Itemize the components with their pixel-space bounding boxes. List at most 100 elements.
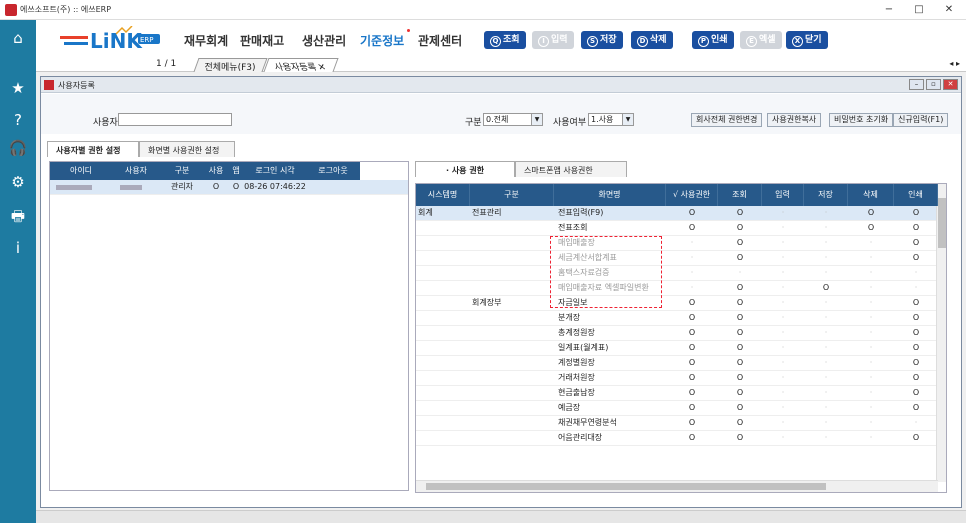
- sub-restore-button[interactable]: ▫: [926, 79, 941, 90]
- permission-row[interactable]: 회계장부 자금일보 O O · · · O: [416, 296, 938, 311]
- permission-cell-d[interactable]: ·: [848, 431, 894, 445]
- permission-cell-i[interactable]: ·: [762, 221, 804, 235]
- permission-cell-s[interactable]: ·: [804, 386, 848, 400]
- menu-3[interactable]: 기준정보: [360, 29, 411, 49]
- tab-smartphone-permission[interactable]: 스마트폰앱 사용권한: [515, 161, 627, 177]
- menu-4[interactable]: 관제센터: [418, 32, 462, 49]
- permission-cell-use[interactable]: ·: [666, 266, 718, 280]
- permission-cell-p[interactable]: O: [894, 236, 938, 250]
- permission-cell-p[interactable]: O: [894, 431, 938, 445]
- permission-cell-s[interactable]: ·: [804, 356, 848, 370]
- permission-cell-d[interactable]: ·: [848, 266, 894, 280]
- permission-cell-d[interactable]: ·: [848, 416, 894, 430]
- minimize-button[interactable]: −: [874, 2, 904, 18]
- permission-cell-s[interactable]: O: [804, 281, 848, 295]
- permission-cell-use[interactable]: O: [666, 296, 718, 310]
- permission-cell-use[interactable]: O: [666, 416, 718, 430]
- permission-cell-use[interactable]: O: [666, 221, 718, 235]
- type-select[interactable]: 0.전체 ▼: [483, 113, 543, 126]
- permission-cell-use[interactable]: ·: [666, 236, 718, 250]
- use-select[interactable]: 1.사용 ▼: [588, 113, 634, 126]
- permission-row[interactable]: 매입매출장 · O · · · O: [416, 236, 938, 251]
- permission-cell-d[interactable]: ·: [848, 356, 894, 370]
- permission-cell-i[interactable]: ·: [762, 206, 804, 220]
- settings-icon[interactable]: ⚙: [6, 170, 30, 194]
- permission-cell-q[interactable]: O: [718, 431, 762, 445]
- permission-cell-s[interactable]: ·: [804, 311, 848, 325]
- permission-row[interactable]: 총계정원장 O O · · · O: [416, 326, 938, 341]
- permission-row[interactable]: 세금계산서합계표 · O · · · O: [416, 251, 938, 266]
- permission-cell-d[interactable]: O: [848, 221, 894, 235]
- permission-cell-use[interactable]: O: [666, 431, 718, 445]
- permission-cell-d[interactable]: ·: [848, 281, 894, 295]
- printer-icon[interactable]: 🖶: [6, 204, 30, 228]
- permission-cell-s[interactable]: ·: [804, 431, 848, 445]
- permission-row[interactable]: 현금출납장 O O · · · O: [416, 386, 938, 401]
- permission-cell-use[interactable]: ·: [666, 251, 718, 265]
- permission-row[interactable]: 매입매출자료 엑셀파일변환 · O · O · ·: [416, 281, 938, 296]
- permission-cell-q[interactable]: O: [718, 206, 762, 220]
- menu-2[interactable]: 생산관리: [302, 32, 346, 49]
- permission-cell-p[interactable]: O: [894, 221, 938, 235]
- permission-row[interactable]: 회계 전표관리 전표입력(F9) O O · · O O: [416, 206, 938, 221]
- permission-cell-i[interactable]: ·: [762, 431, 804, 445]
- permission-cell-i[interactable]: ·: [762, 371, 804, 385]
- left-grid-row[interactable]: 관리자 O O 08-26 07:46:22: [50, 180, 408, 195]
- permission-cell-s[interactable]: ·: [804, 341, 848, 355]
- 인쇄-toolbar-button[interactable]: P 인쇄: [692, 31, 734, 49]
- tab-all-menu[interactable]: 전체메뉴(F3): [193, 58, 268, 73]
- new-entry-button[interactable]: 신규입력(F1): [893, 113, 949, 127]
- permission-cell-d[interactable]: ·: [848, 341, 894, 355]
- permission-cell-s[interactable]: ·: [804, 416, 848, 430]
- permission-cell-s[interactable]: ·: [804, 206, 848, 220]
- menu-1[interactable]: 판매재고: [240, 32, 284, 49]
- scroll-thumb[interactable]: [426, 483, 826, 490]
- horizontal-scrollbar[interactable]: [416, 480, 938, 492]
- permission-cell-p[interactable]: O: [894, 371, 938, 385]
- permission-cell-i[interactable]: ·: [762, 341, 804, 355]
- tab-user-registration[interactable]: 사용자등록 ✕: [263, 58, 339, 73]
- user-search-input[interactable]: [118, 113, 232, 126]
- permission-cell-i[interactable]: ·: [762, 236, 804, 250]
- permission-cell-i[interactable]: ·: [762, 296, 804, 310]
- permission-cell-s[interactable]: ·: [804, 296, 848, 310]
- permission-cell-q[interactable]: O: [718, 356, 762, 370]
- menu-0[interactable]: 재무회계: [184, 32, 228, 49]
- permission-cell-i[interactable]: ·: [762, 311, 804, 325]
- permission-cell-i[interactable]: ·: [762, 266, 804, 280]
- permission-cell-p[interactable]: O: [894, 311, 938, 325]
- permission-cell-p[interactable]: O: [894, 296, 938, 310]
- permission-cell-q[interactable]: O: [718, 311, 762, 325]
- star-icon[interactable]: ★: [6, 76, 30, 100]
- permission-cell-p[interactable]: O: [894, 341, 938, 355]
- 저장-toolbar-button[interactable]: S 저장: [581, 31, 623, 49]
- permission-cell-p[interactable]: O: [894, 326, 938, 340]
- permission-cell-s[interactable]: ·: [804, 251, 848, 265]
- permission-cell-q[interactable]: O: [718, 221, 762, 235]
- permission-cell-d[interactable]: ·: [848, 296, 894, 310]
- permission-cell-q[interactable]: O: [718, 386, 762, 400]
- permission-cell-d[interactable]: ·: [848, 326, 894, 340]
- permission-cell-p[interactable]: O: [894, 386, 938, 400]
- permission-cell-d[interactable]: ·: [848, 401, 894, 415]
- permission-cell-q[interactable]: O: [718, 296, 762, 310]
- permission-cell-use[interactable]: O: [666, 326, 718, 340]
- reset-password-button[interactable]: 비밀번호 초기화: [829, 113, 894, 127]
- permission-cell-q[interactable]: O: [718, 251, 762, 265]
- permission-cell-s[interactable]: ·: [804, 371, 848, 385]
- permission-cell-q[interactable]: ·: [718, 266, 762, 280]
- permission-cell-q[interactable]: O: [718, 371, 762, 385]
- permission-row[interactable]: 홈택스자료검증 · · · · · ·: [416, 266, 938, 281]
- tab-screen-permission[interactable]: 화면별 사용권한 설정: [139, 141, 235, 157]
- 조회-toolbar-button[interactable]: Q 조회: [484, 31, 526, 49]
- permission-cell-q[interactable]: O: [718, 236, 762, 250]
- help-icon[interactable]: ?: [6, 108, 30, 132]
- copy-permission-button[interactable]: 사용권한복사: [767, 113, 822, 127]
- permission-cell-q[interactable]: O: [718, 401, 762, 415]
- home-icon[interactable]: ⌂: [6, 26, 30, 50]
- permission-cell-use[interactable]: O: [666, 206, 718, 220]
- info-icon[interactable]: i: [6, 236, 30, 260]
- sub-close-button[interactable]: ✕: [943, 79, 958, 90]
- tab-usage-permission[interactable]: · 사용 권한: [415, 161, 515, 177]
- company-permission-change-button[interactable]: 회사전체 권한변경: [691, 113, 763, 127]
